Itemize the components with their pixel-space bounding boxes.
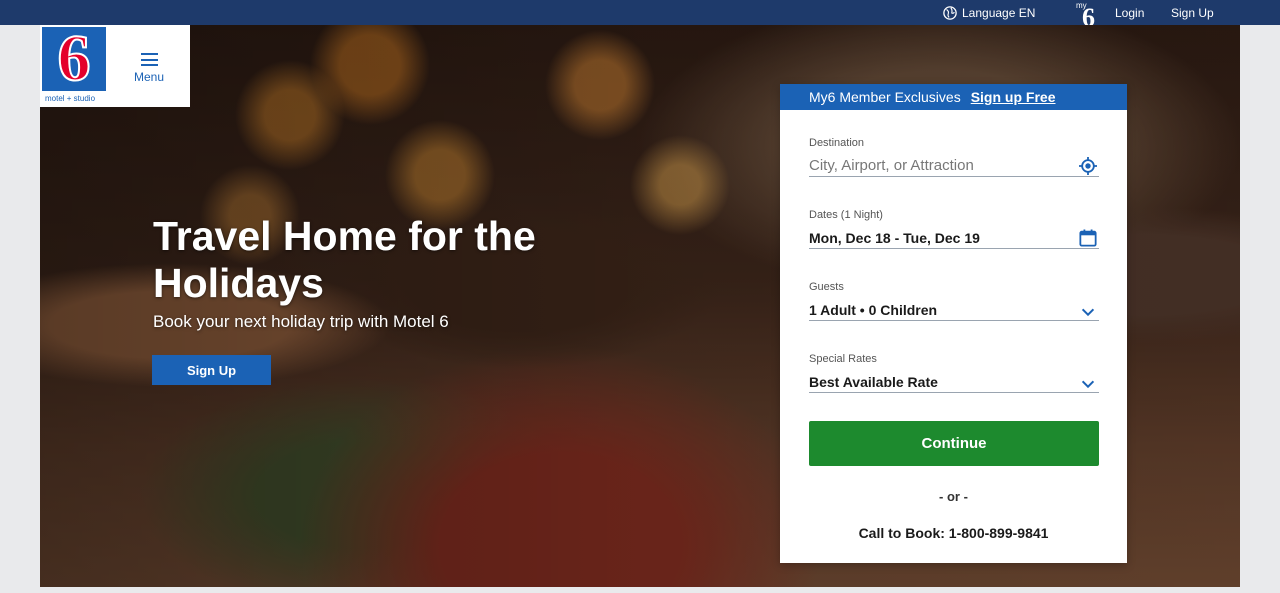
menu-label: Menu (133, 70, 165, 84)
language-selector[interactable]: Language EN (943, 0, 1035, 25)
my6-mark: 6 (1082, 3, 1095, 25)
destination-label: Destination (809, 137, 865, 149)
member-exclusives-header: My6 Member Exclusives Sign up Free (780, 84, 1127, 110)
signup-free-link[interactable]: Sign up Free (971, 89, 1056, 105)
hero-title: Travel Home for the Holidays (153, 213, 536, 306)
login-label: Login (1115, 5, 1145, 20)
member-exclusives-text: My6 Member Exclusives (809, 89, 961, 105)
special-rates-field[interactable]: Special Rates Best Available Rate (809, 353, 1099, 393)
my6-logo-icon: my 6 (1076, 1, 1095, 25)
hero-subtitle: Book your next holiday trip with Motel 6 (153, 312, 449, 331)
continue-button[interactable]: Continue (809, 421, 1099, 466)
special-rates-label: Special Rates (809, 353, 877, 365)
top-utility-bar: Language EN my 6 Login Sign Up (0, 0, 1280, 25)
or-divider: - or - (939, 489, 968, 504)
guests-select[interactable]: 1 Adult • 0 Children (809, 299, 1099, 321)
dates-field[interactable]: Dates (1 Night) Mon, Dec 18 - Tue, Dec 1… (809, 209, 1099, 249)
menu-button[interactable]: Menu (132, 53, 166, 84)
hero-signup-button[interactable]: Sign Up (152, 355, 271, 385)
top-signup-label: Sign Up (1171, 5, 1214, 20)
call-prefix: Call to Book: (858, 525, 945, 541)
special-rates-select[interactable]: Best Available Rate (809, 371, 1099, 393)
call-to-book: Call to Book: 1-800-899-9841 (780, 525, 1127, 541)
guests-label: Guests (809, 281, 844, 293)
header-logo-block: 6 motel + studio Menu (40, 25, 190, 107)
globe-icon (943, 5, 957, 20)
motel6-logo[interactable]: 6 (42, 22, 106, 95)
dates-label: Dates (1 Night) (809, 209, 883, 221)
logo-caption: motel + studio (45, 94, 96, 103)
chevron-down-icon[interactable] (1079, 303, 1097, 321)
login-link[interactable]: Login (1115, 0, 1144, 25)
language-label: Language EN (962, 5, 1036, 20)
phone-number-link[interactable]: 1-800-899-9841 (949, 525, 1049, 541)
dates-value[interactable]: Mon, Dec 18 - Tue, Dec 19 (809, 227, 1099, 249)
my6-link[interactable]: my 6 (1074, 0, 1106, 25)
top-signup-link[interactable]: Sign Up (1171, 0, 1214, 25)
guests-field[interactable]: Guests 1 Adult • 0 Children (809, 281, 1099, 321)
calendar-icon[interactable] (1079, 229, 1097, 247)
logo-mark: 6 (57, 22, 92, 95)
destination-field[interactable]: Destination City, Airport, or Attraction (809, 137, 1099, 177)
destination-input[interactable]: City, Airport, or Attraction (809, 155, 1099, 177)
locate-icon[interactable] (1079, 157, 1097, 175)
chevron-down-icon[interactable] (1079, 375, 1097, 393)
booking-panel: My6 Member Exclusives Sign up Free Desti… (780, 84, 1127, 563)
hamburger-icon (140, 53, 158, 66)
